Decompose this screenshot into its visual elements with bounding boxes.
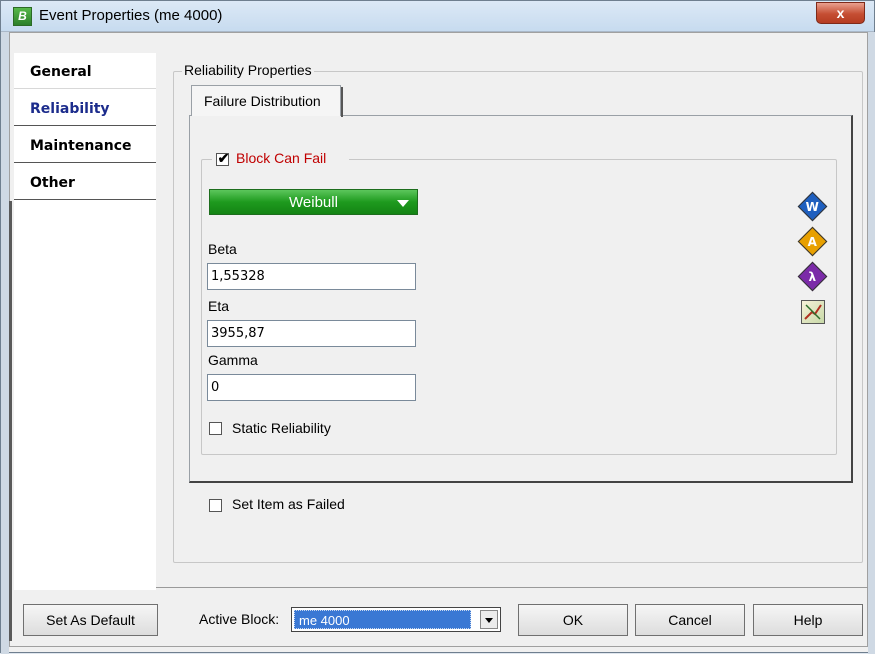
category-nav: General Reliability Maintenance Other: [14, 53, 156, 590]
nav-item-other[interactable]: Other: [14, 166, 156, 200]
beta-input[interactable]: 1,55328: [207, 263, 416, 290]
lambda-icon: λ: [797, 261, 828, 291]
ok-button[interactable]: OK: [518, 604, 628, 636]
nav-item-maintenance[interactable]: Maintenance: [14, 129, 156, 163]
gamma-label: Gamma: [208, 352, 258, 368]
weibull-icon: W: [797, 191, 828, 221]
reliability-properties-title: Reliability Properties: [182, 62, 314, 78]
active-block-label: Active Block:: [199, 611, 280, 627]
plot-icon: [800, 300, 825, 324]
footer-separator: [156, 587, 868, 588]
window-title: Event Properties (me 4000): [39, 7, 223, 24]
static-reliability-checkbox[interactable]: [209, 422, 222, 435]
checkmark-icon: ✔: [217, 150, 230, 166]
gamma-input[interactable]: 0: [207, 374, 416, 401]
distribution-value: Weibull: [289, 194, 338, 211]
frame-shadow: [9, 201, 12, 641]
block-can-fail-header: ✔ Block Can Fail: [212, 150, 349, 168]
window-frame-right: [868, 32, 875, 654]
set-item-failed-checkbox[interactable]: [209, 499, 222, 512]
distribution-dropdown[interactable]: Weibull: [209, 189, 418, 215]
lambda-button[interactable]: λ: [795, 261, 830, 291]
tab-failure-distribution[interactable]: Failure Distribution: [191, 85, 343, 117]
beta-label: Beta: [208, 241, 237, 257]
eta-label: Eta: [208, 298, 230, 314]
nav-item-reliability[interactable]: Reliability: [14, 92, 156, 126]
set-item-failed-label: Set Item as Failed: [232, 496, 345, 512]
static-reliability-label: Static Reliability: [232, 420, 331, 436]
help-button[interactable]: Help: [753, 604, 863, 636]
eta-input[interactable]: 3955,87: [207, 320, 416, 347]
set-as-default-button[interactable]: Set As Default: [23, 604, 158, 636]
app-icon: B: [13, 7, 32, 26]
chevron-down-icon: [397, 200, 409, 207]
warning-icon: A: [797, 226, 828, 256]
block-can-fail-label: Block Can Fail: [236, 150, 327, 166]
block-can-fail-checkbox[interactable]: ✔: [216, 150, 230, 166]
nav-item-general[interactable]: General: [14, 55, 156, 89]
active-block-value: me 4000: [294, 610, 471, 629]
combo-dropdown-icon[interactable]: [480, 610, 498, 629]
close-button[interactable]: x: [816, 2, 865, 24]
plot-button[interactable]: [795, 297, 830, 327]
window-frame-left: [1, 32, 9, 654]
active-block-combo[interactable]: me 4000: [291, 607, 501, 632]
cancel-button[interactable]: Cancel: [635, 604, 745, 636]
dialog-window: B Event Properties (me 4000) x General R…: [0, 0, 875, 654]
warning-button[interactable]: A: [795, 226, 830, 256]
title-bar[interactable]: B Event Properties (me 4000) x: [1, 1, 874, 32]
weibull-button[interactable]: W: [795, 191, 830, 221]
